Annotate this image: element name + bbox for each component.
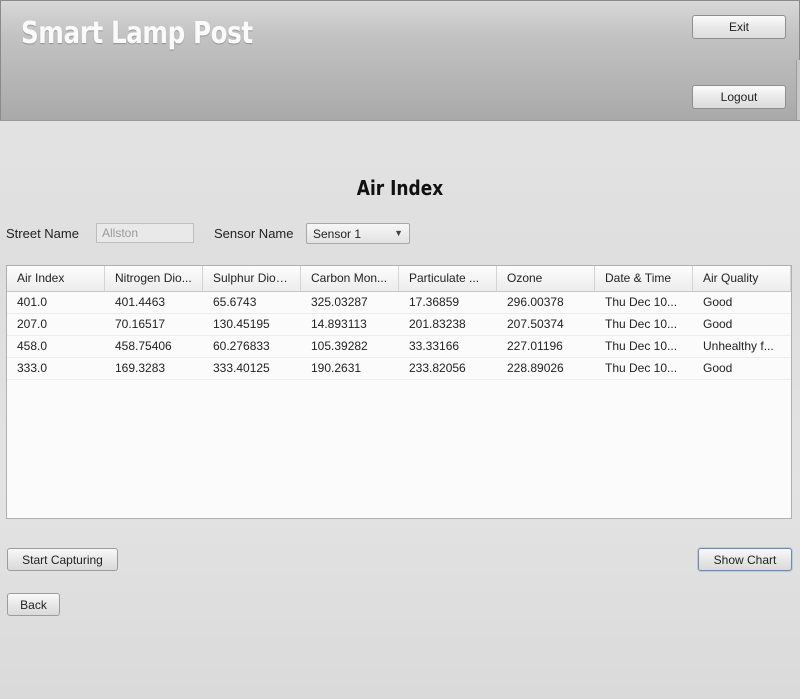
column-header-nitrogen-dioxide[interactable]: Nitrogen Dio... bbox=[105, 266, 203, 291]
sensor-select-value: Sensor 1 bbox=[313, 227, 362, 241]
street-name-label: Street Name bbox=[6, 226, 79, 241]
exit-button[interactable]: Exit bbox=[692, 15, 786, 39]
start-capturing-button[interactable]: Start Capturing bbox=[7, 548, 118, 571]
table-cell: 207.50374 bbox=[507, 317, 564, 331]
column-header-ozone[interactable]: Ozone bbox=[497, 266, 595, 291]
table-cell: 401.4463 bbox=[115, 295, 166, 309]
table-cell: 458.75406 bbox=[115, 339, 172, 353]
table-cell: Good bbox=[703, 295, 733, 309]
show-chart-button[interactable]: Show Chart bbox=[698, 548, 792, 571]
table-row[interactable]: 207.0 70.16517 130.45195 14.893113 201.8… bbox=[7, 314, 791, 336]
column-header-date-time[interactable]: Date & Time bbox=[595, 266, 693, 291]
table-cell: Good bbox=[703, 317, 733, 331]
table-cell: Thu Dec 10... bbox=[605, 361, 678, 375]
chevron-down-icon: ▼ bbox=[394, 228, 403, 238]
table-cell: 228.89026 bbox=[507, 361, 564, 375]
table-row[interactable]: 401.0 401.4463 65.6743 325.03287 17.3685… bbox=[7, 292, 791, 314]
table-cell: 207.0 bbox=[17, 317, 48, 331]
table-cell: 169.3283 bbox=[115, 361, 166, 375]
sensor-name-select[interactable]: Sensor 1 ▼ bbox=[306, 223, 410, 244]
table-cell: Thu Dec 10... bbox=[605, 339, 678, 353]
table-cell: 17.36859 bbox=[409, 295, 460, 309]
table-cell: 325.03287 bbox=[311, 295, 368, 309]
table-cell: 233.82056 bbox=[409, 361, 466, 375]
column-header-sulphur-dioxide[interactable]: Sulphur Diox... bbox=[203, 266, 301, 291]
logout-button[interactable]: Logout bbox=[692, 85, 786, 109]
table-cell: 105.39282 bbox=[311, 339, 368, 353]
table-cell: Thu Dec 10... bbox=[605, 295, 678, 309]
table-cell: Thu Dec 10... bbox=[605, 317, 678, 331]
table-cell: Unhealthy f... bbox=[703, 339, 774, 353]
table-cell: 296.00378 bbox=[507, 295, 564, 309]
window-scrollbar[interactable] bbox=[796, 60, 800, 120]
table-cell: 333.40125 bbox=[213, 361, 270, 375]
table-row[interactable]: 458.0 458.75406 60.276833 105.39282 33.3… bbox=[7, 336, 791, 358]
column-header-air-quality[interactable]: Air Quality bbox=[693, 266, 791, 291]
table-cell: 227.01196 bbox=[507, 339, 563, 353]
table-cell: 190.2631 bbox=[311, 361, 362, 375]
back-button[interactable]: Back bbox=[7, 593, 60, 616]
column-header-carbon-monoxide[interactable]: Carbon Mon... bbox=[301, 266, 399, 291]
table-cell: 401.0 bbox=[17, 295, 48, 309]
app-title: Smart Lamp Post bbox=[21, 16, 253, 51]
table-cell: 60.276833 bbox=[213, 339, 270, 353]
table-header-row: Air Index Nitrogen Dio... Sulphur Diox..… bbox=[7, 266, 791, 292]
table-cell: 458.0 bbox=[17, 339, 48, 353]
air-index-table[interactable]: Air Index Nitrogen Dio... Sulphur Diox..… bbox=[6, 265, 792, 519]
column-header-particulate[interactable]: Particulate ... bbox=[399, 266, 497, 291]
table-cell: Good bbox=[703, 361, 733, 375]
table-cell: 65.6743 bbox=[213, 295, 257, 309]
sensor-name-label: Sensor Name bbox=[214, 226, 294, 241]
table-cell: 33.33166 bbox=[409, 339, 460, 353]
street-name-field[interactable]: Allston bbox=[96, 223, 194, 243]
table-cell: 201.83238 bbox=[409, 317, 466, 331]
column-header-air-index[interactable]: Air Index bbox=[7, 266, 105, 291]
table-cell: 70.16517 bbox=[115, 317, 166, 331]
page-title: Air Index bbox=[356, 176, 444, 200]
table-cell: 130.45195 bbox=[213, 317, 270, 331]
table-cell: 14.893113 bbox=[311, 317, 367, 331]
table-cell: 333.0 bbox=[17, 361, 48, 375]
header-bar: Smart Lamp Post Exit Logout bbox=[0, 0, 800, 121]
table-row[interactable]: 333.0 169.3283 333.40125 190.2631 233.82… bbox=[7, 358, 791, 380]
